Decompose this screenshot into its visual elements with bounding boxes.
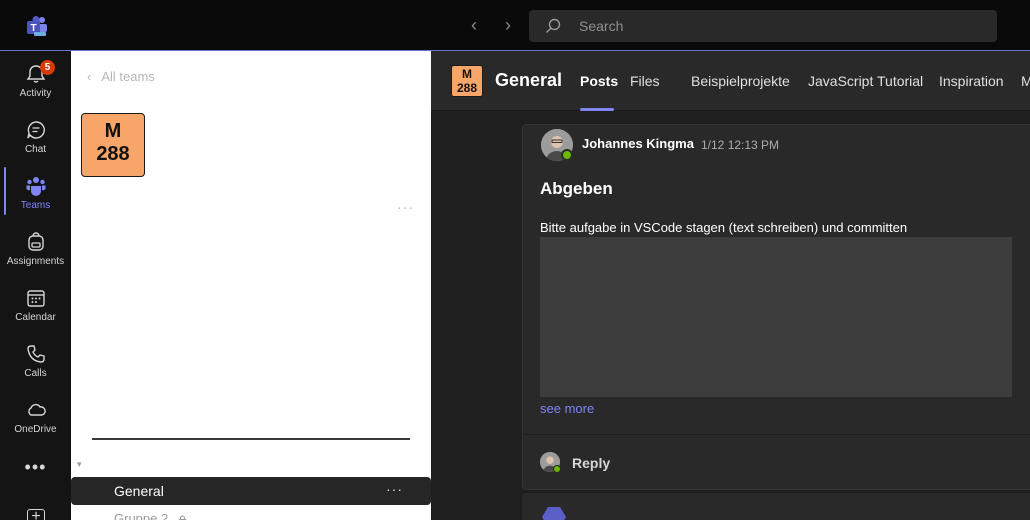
panel-divider <box>92 438 410 440</box>
team-avatar-line2: 288 <box>96 143 130 165</box>
channel-avatar-line1: M <box>462 67 472 81</box>
tab-beispielprojekte[interactable]: Beispielprojekte <box>691 73 790 89</box>
team-avatar-line1: M <box>104 120 122 142</box>
activity-badge: 5 <box>40 60 55 75</box>
tab-inspiration[interactable]: Inspiration <box>939 73 1004 89</box>
bot-avatar-icon <box>542 507 566 520</box>
channel-team-avatar: M 288 <box>451 65 483 97</box>
reply-button[interactable]: Reply <box>572 455 610 471</box>
phone-icon <box>26 345 45 363</box>
rail-item-onedrive[interactable]: OneDrive <box>0 391 71 447</box>
back-arrow-icon[interactable]: ‹ <box>464 15 484 35</box>
cloud-icon <box>27 403 46 416</box>
post-body: Bitte aufgabe in VSCode stagen (text sch… <box>540 220 908 235</box>
add-apps-icon[interactable]: + <box>27 509 45 520</box>
title-bar: T ‹ › <box>0 0 1030 50</box>
search-box[interactable] <box>529 10 997 42</box>
private-channel-icon <box>178 515 187 520</box>
posts-feed: Johannes Kingma 1/12 12:13 PM Abgeben Bi… <box>431 111 1030 520</box>
team-more-options-icon[interactable]: ··· <box>397 199 414 215</box>
rail-label: Calls <box>24 368 47 379</box>
channel-header: M 288 General Posts Files Beispielprojek… <box>431 51 1030 111</box>
chat-icon <box>26 121 45 139</box>
rail-label: Activity <box>19 88 52 99</box>
team-panel: ‹ All teams M 288 ··· ▾ General ··· Grupp… <box>71 50 431 520</box>
post-subject: Abgeben <box>540 179 613 198</box>
rail-item-assignments[interactable]: Assignments <box>0 223 71 279</box>
tab-more[interactable]: M <box>1021 73 1030 89</box>
next-post-card <box>522 493 1030 520</box>
team-avatar: M 288 <box>81 113 145 177</box>
rail-label: Calendar <box>15 312 56 323</box>
channel-label: Gruppe 2 <box>114 511 169 520</box>
channels-collapse-icon[interactable]: ▾ <box>77 459 82 470</box>
forward-arrow-icon[interactable]: › <box>498 15 518 35</box>
rail-label: Teams <box>20 200 51 211</box>
rail-label: Chat <box>24 144 47 155</box>
tab-javascript-tutorial[interactable]: JavaScript Tutorial <box>808 73 923 89</box>
post-image-placeholder[interactable] <box>540 237 1012 397</box>
presence-available-icon <box>561 149 573 161</box>
app-rail: 5 Activity Chat Teams Assignments Calend… <box>0 50 71 520</box>
rail-item-calls[interactable]: Calls <box>0 335 71 391</box>
presence-available-icon <box>553 465 561 473</box>
channel-avatar-line2: 288 <box>456 81 478 95</box>
post-card: Johannes Kingma 1/12 12:13 PM Abgeben Bi… <box>522 124 1030 490</box>
teams-logo-icon: T <box>27 16 47 36</box>
tab-posts[interactable]: Posts <box>580 73 618 89</box>
post-timestamp: 1/12 12:13 PM <box>701 138 780 152</box>
channel-label: General <box>114 483 164 499</box>
all-teams-link[interactable]: ‹ All teams <box>87 69 155 84</box>
author-name[interactable]: Johannes Kingma <box>582 136 694 151</box>
all-teams-label: All teams <box>101 69 155 84</box>
rail-item-teams[interactable]: Teams <box>0 167 71 223</box>
search-icon <box>546 18 561 33</box>
channel-more-options-icon[interactable]: ··· <box>386 481 403 497</box>
card-divider <box>523 434 1030 435</box>
teams-window: T ‹ › 5 Activity <box>0 0 1030 520</box>
tab-files[interactable]: Files <box>630 73 660 89</box>
rail-item-calendar[interactable]: Calendar <box>0 279 71 335</box>
rail-item-activity[interactable]: 5 Activity <box>0 55 71 111</box>
calendar-icon <box>26 290 45 307</box>
more-apps-icon[interactable]: ••• <box>0 457 71 478</box>
rail-label: Assignments <box>6 256 65 267</box>
channel-item-gruppe-2[interactable]: Gruppe 2 <box>114 511 187 520</box>
teams-icon <box>26 177 45 196</box>
rail-item-chat[interactable]: Chat <box>0 111 71 167</box>
channel-item-general[interactable]: General ··· <box>71 477 431 505</box>
search-input[interactable] <box>579 16 979 36</box>
chevron-left-icon: ‹ <box>87 69 92 84</box>
backpack-icon <box>27 232 44 251</box>
channel-title: General <box>495 70 563 90</box>
main-area: M 288 General Posts Files Beispielprojek… <box>431 50 1030 520</box>
see-more-link[interactable]: see more <box>540 401 594 416</box>
rail-label: OneDrive <box>14 424 57 435</box>
